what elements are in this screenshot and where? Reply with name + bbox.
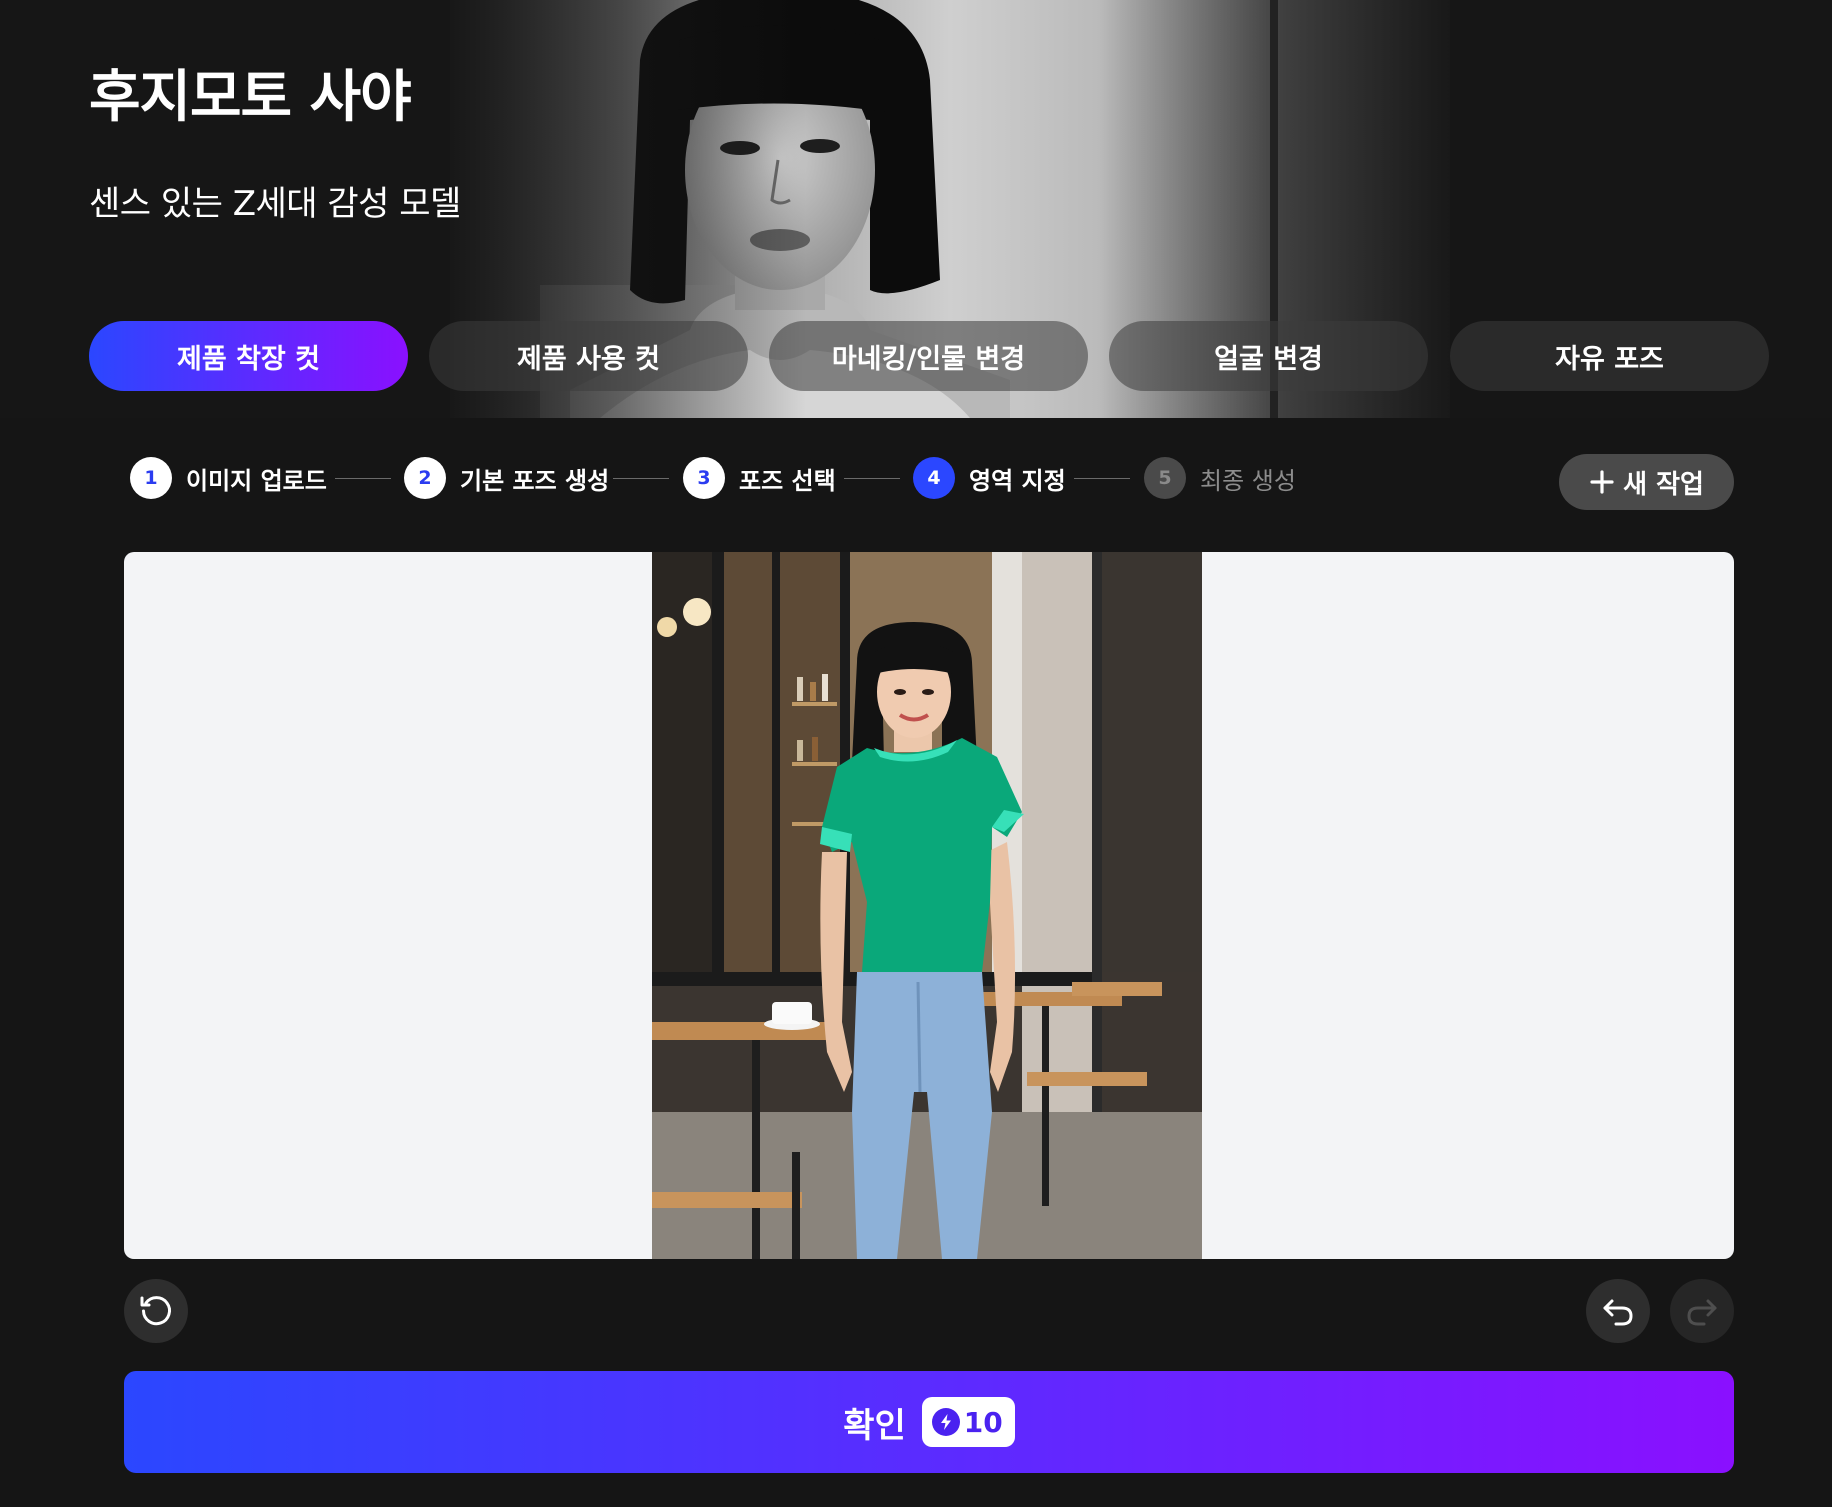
step-connector xyxy=(613,478,669,479)
progress-stepper: 1 이미지 업로드 2 기본 포즈 생성 3 포즈 선택 4 영역 지정 5 최… xyxy=(130,456,1330,500)
confirm-button[interactable]: 확인 10 xyxy=(124,1371,1734,1473)
tab-face-change[interactable]: 얼굴 변경 xyxy=(1109,321,1428,391)
tab-mannequin-change[interactable]: 마네킹/인물 변경 xyxy=(769,321,1088,391)
model-name: 후지모토 사야 xyxy=(89,65,412,130)
tab-product-wearing[interactable]: 제품 착장 컷 xyxy=(89,321,408,391)
undo-icon xyxy=(1603,1299,1633,1326)
step-upload: 1 이미지 업로드 xyxy=(130,456,327,500)
step-connector xyxy=(1074,478,1130,479)
model-tagline: 센스 있는 Z세대 감성 모델 xyxy=(89,184,461,224)
step-number: 5 xyxy=(1144,457,1186,499)
step-number: 1 xyxy=(130,457,172,499)
page: 후지모토 사야 센스 있는 Z세대 감성 모델 제품 착장 컷 제품 사용 컷 … xyxy=(0,0,1832,1507)
step-label: 포즈 선택 xyxy=(739,466,836,495)
step-connector xyxy=(844,478,900,479)
step-base-pose: 2 기본 포즈 생성 xyxy=(404,456,609,500)
redo-icon xyxy=(1687,1299,1717,1326)
step-final-generate: 5 최종 생성 xyxy=(1144,456,1296,500)
lightning-icon xyxy=(931,1408,960,1436)
redo-button[interactable] xyxy=(1670,1279,1734,1343)
tab-product-usage[interactable]: 제품 사용 컷 xyxy=(429,321,748,391)
step-pose-select: 3 포즈 선택 xyxy=(683,456,836,500)
plus-icon xyxy=(1590,470,1614,494)
step-label: 최종 생성 xyxy=(1200,466,1296,495)
reset-button[interactable] xyxy=(124,1279,188,1343)
credit-cost-badge: 10 xyxy=(921,1397,1015,1447)
step-number: 2 xyxy=(404,457,446,499)
step-area-select: 4 영역 지정 xyxy=(913,456,1066,500)
step-label: 영역 지정 xyxy=(969,466,1066,495)
step-connector xyxy=(335,478,391,479)
reset-icon xyxy=(140,1296,171,1326)
model-hero-banner: 후지모토 사야 센스 있는 Z세대 감성 모델 제품 착장 컷 제품 사용 컷 … xyxy=(0,0,1832,418)
new-task-label: 새 작업 xyxy=(1623,469,1704,500)
step-number: 4 xyxy=(913,457,955,499)
step-label: 이미지 업로드 xyxy=(186,466,327,495)
pose-image-with-mask[interactable] xyxy=(652,552,1202,1259)
undo-button[interactable] xyxy=(1586,1279,1650,1343)
new-task-button[interactable]: 새 작업 xyxy=(1559,454,1734,510)
confirm-label: 확인 xyxy=(843,1405,906,1446)
credit-cost: 10 xyxy=(963,1405,1003,1439)
tab-free-pose[interactable]: 자유 포즈 xyxy=(1450,321,1769,391)
step-label: 기본 포즈 생성 xyxy=(460,466,610,495)
step-number: 3 xyxy=(683,457,725,499)
mask-editor-canvas[interactable] xyxy=(124,552,1734,1259)
